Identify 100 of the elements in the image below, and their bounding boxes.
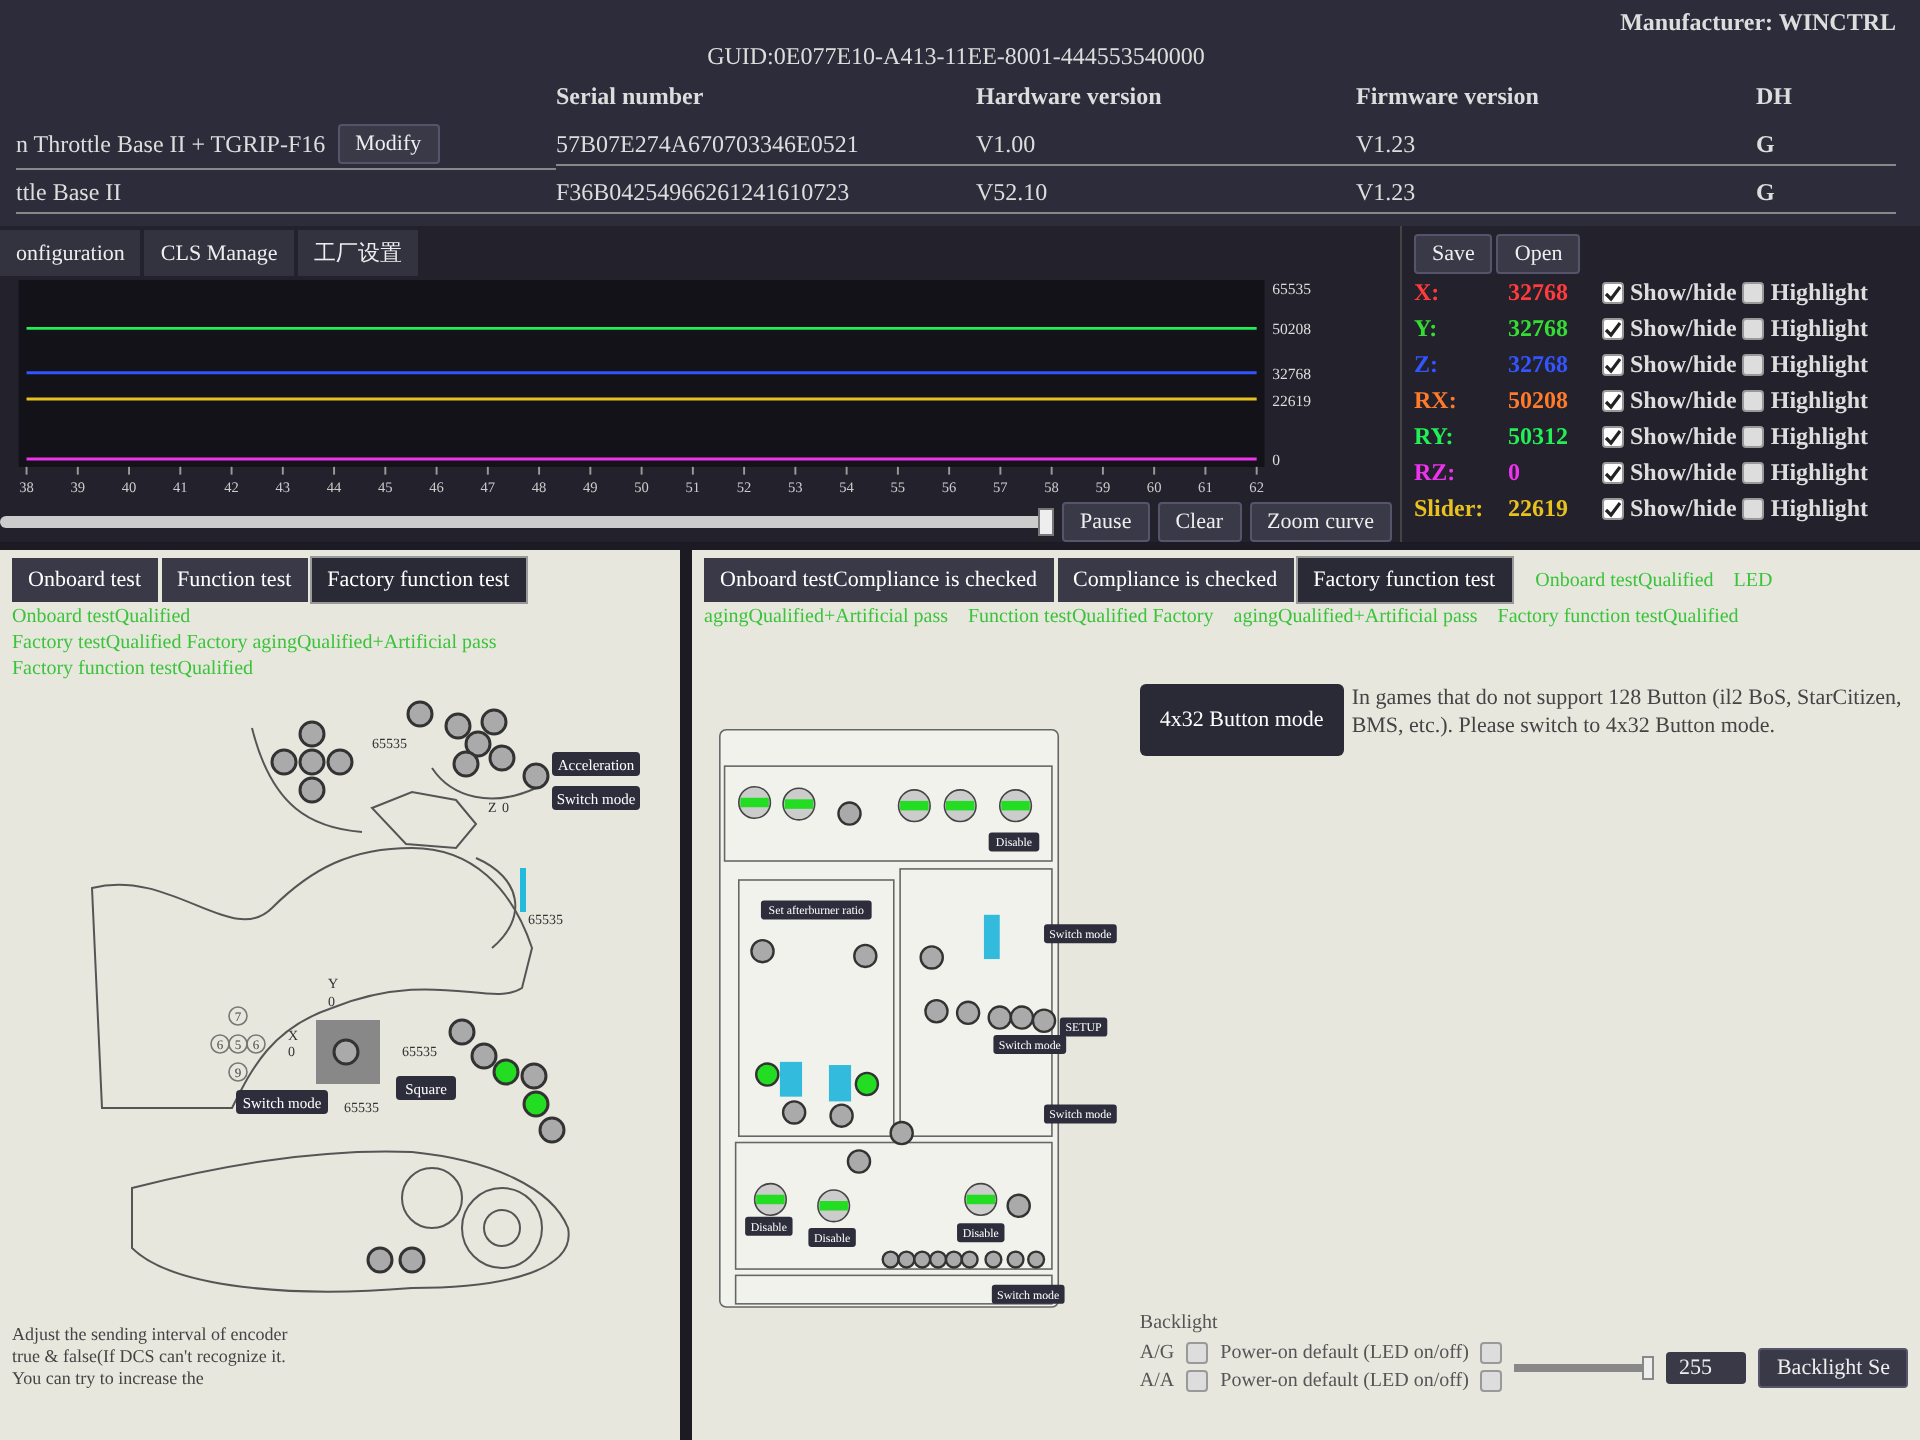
axis-reading: X: — [1414, 278, 1442, 308]
file-button[interactable]: Save — [1414, 234, 1493, 274]
column-header: Serial number — [556, 81, 704, 111]
status-text: agingQualified+Artificial pass — [704, 606, 948, 628]
chart-control-button[interactable]: Clear — [1157, 502, 1242, 542]
table-cell: 57B07E274A670703346E0521 — [556, 129, 859, 159]
status-text: Onboard testQualified — [12, 606, 191, 628]
checkbox[interactable] — [1602, 318, 1624, 340]
checkbox-label: Highlight — [1770, 494, 1869, 524]
axis-value: 32768 — [1508, 278, 1570, 308]
test-tab[interactable]: Factory function test — [311, 558, 526, 602]
test-tab[interactable]: Onboard testCompliance is checked — [704, 558, 1054, 602]
y-tick-label: 65535 — [1272, 280, 1312, 298]
status-text: Factory function testQualified — [1497, 606, 1739, 628]
file-button[interactable]: Open — [1496, 234, 1581, 274]
option-label: Power-on default (LED on/off) — [1220, 1342, 1469, 1364]
y-tick-label: 22619 — [1272, 391, 1312, 410]
checkbox[interactable] — [1742, 462, 1765, 484]
chart-control-button[interactable]: Zoom curve — [1249, 502, 1392, 542]
nav-tab[interactable]: onfiguration — [0, 230, 141, 276]
axis-reading: Slider: — [1414, 494, 1486, 524]
checkbox-label: Highlight — [1770, 458, 1869, 488]
checkbox-label: Show/hide — [1630, 278, 1737, 308]
checkbox-label: Show/hide — [1630, 422, 1737, 452]
table-cell: G — [1756, 129, 1775, 159]
test-tab[interactable]: Factory function test — [1297, 558, 1512, 602]
checkbox[interactable] — [1742, 318, 1765, 340]
table-cell: F36B04254966261241610723 — [556, 178, 850, 208]
axis-reading: Y: — [1414, 314, 1440, 344]
checkbox[interactable] — [1602, 498, 1624, 520]
checkbox-label: Highlight — [1770, 350, 1869, 380]
checkbox[interactable] — [1602, 462, 1624, 484]
axis-value: 50312 — [1508, 422, 1570, 452]
table-cell: V52.10 — [976, 178, 1048, 208]
button-mode-button[interactable]: 4x32 Button mode — [1139, 684, 1344, 756]
axis-value: 32768 — [1508, 350, 1570, 380]
status-text: Factory function testQualified — [12, 658, 254, 680]
checkbox[interactable] — [1742, 390, 1765, 412]
checkbox[interactable] — [1480, 1370, 1503, 1392]
checkbox-label: Show/hide — [1630, 494, 1737, 524]
axis-reading: RY: — [1414, 422, 1456, 452]
checkbox-label: Highlight — [1770, 422, 1869, 452]
manufacturer-label: Manufacturer: WINCTRL — [1620, 8, 1896, 38]
device-name: ttle Base II — [16, 178, 122, 208]
table-cell: V1.23 — [1356, 178, 1416, 208]
status-text: LED — [1733, 569, 1773, 591]
axis-value: 50208 — [1508, 386, 1570, 416]
option-label: Power-on default (LED on/off) — [1220, 1370, 1469, 1392]
axis-value: 22619 — [1508, 494, 1570, 524]
axis-reading: RX: — [1414, 386, 1459, 416]
axis-value: 0 — [1508, 458, 1522, 488]
table-cell: V1.23 — [1356, 129, 1416, 159]
guid-label: GUID:0E077E10-A413-11EE-8001-444553540000 — [707, 42, 1205, 72]
status-text: agingQualified+Artificial pass — [1233, 606, 1478, 628]
checkbox[interactable] — [1742, 282, 1765, 304]
status-text: Onboard testQualified — [1535, 569, 1714, 591]
checkbox[interactable] — [1602, 354, 1624, 376]
test-tab[interactable]: Function test — [161, 558, 308, 602]
backlight-title: Backlight — [1139, 1312, 1220, 1334]
nav-tab[interactable]: 工厂设置 — [297, 230, 418, 276]
y-tick-label: 32768 — [1272, 365, 1312, 384]
test-tab[interactable]: Compliance is checked — [1057, 558, 1294, 602]
backlight-set-button[interactable]: Backlight Se — [1758, 1347, 1908, 1387]
column-header: Hardware version — [976, 81, 1162, 111]
status-text: Factory testQualified Factory agingQualified+Artificial pass — [12, 632, 497, 654]
checkbox[interactable] — [1742, 498, 1765, 520]
checkbox-label: Show/hide — [1630, 314, 1737, 344]
table-cell: G — [1756, 178, 1775, 208]
checkbox[interactable] — [1742, 426, 1765, 448]
checkbox[interactable] — [1480, 1342, 1503, 1364]
level-bar-icon — [828, 1065, 852, 1102]
checkbox[interactable] — [1602, 390, 1624, 412]
checkbox-label: Highlight — [1770, 278, 1869, 308]
checkbox[interactable] — [1186, 1370, 1209, 1392]
chart-control-button[interactable]: Pause — [1062, 502, 1150, 542]
checkbox[interactable] — [1602, 426, 1624, 448]
column-header: DH — [1756, 81, 1792, 111]
checkbox-label: Show/hide — [1630, 386, 1737, 416]
checkbox[interactable] — [1602, 282, 1624, 304]
y-tick-label: 0 — [1272, 450, 1281, 469]
axis-reading: RZ: — [1414, 458, 1458, 488]
column-header: Firmware version — [1356, 81, 1539, 111]
checkbox-label: Highlight — [1770, 386, 1869, 416]
nav-tab[interactable]: CLS Manage — [144, 230, 294, 276]
y-tick-label: 50208 — [1272, 319, 1312, 338]
table-cell: V1.00 — [976, 129, 1036, 159]
modify-button[interactable]: Modify — [337, 124, 440, 164]
checkbox[interactable] — [1186, 1342, 1209, 1364]
axis-value: 32768 — [1508, 314, 1570, 344]
axis-bar-icon — [520, 868, 526, 912]
test-tab[interactable]: Onboard test — [12, 558, 158, 602]
button-mode-note: In games that do not support 128 Button (il2 BoS, StarCitizen, BMS, etc.). Please switch to 4x32 Button mode. — [1351, 684, 1904, 742]
mode-label: A/G — [1139, 1342, 1175, 1364]
status-text: Function testQualified Factory — [968, 606, 1214, 628]
axis-reading: Z: — [1414, 350, 1440, 380]
checkbox-label: Show/hide — [1630, 350, 1737, 380]
brightness-value[interactable]: 255 — [1666, 1351, 1747, 1383]
checkbox-label: Highlight — [1770, 314, 1869, 344]
checkbox[interactable] — [1742, 354, 1765, 376]
device-name: n Throttle Base II + TGRIP-F16 — [16, 129, 326, 159]
